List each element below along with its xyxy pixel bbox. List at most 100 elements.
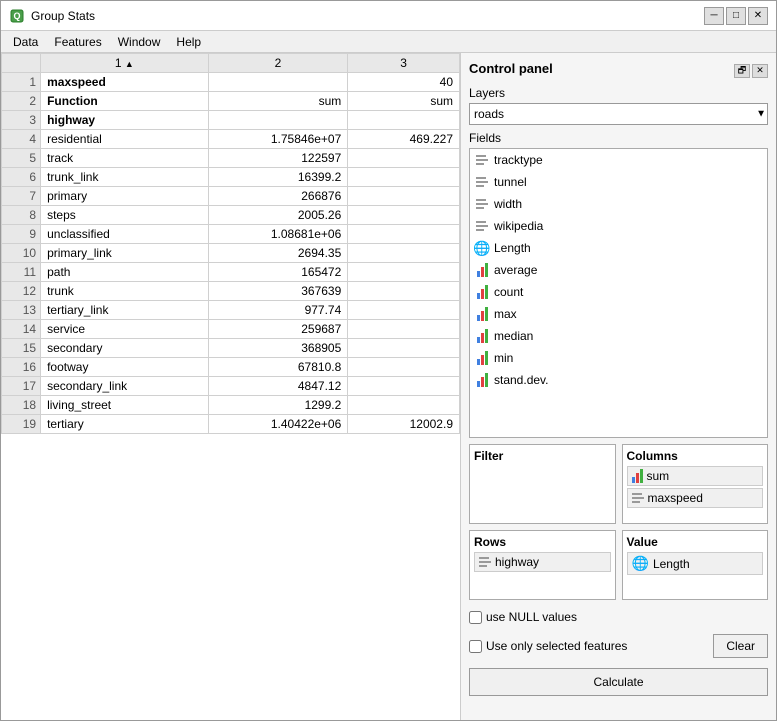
row-num: 3 — [2, 111, 41, 130]
fields-list: tracktype tunnel width wikipedia🌐Lengthaver… — [469, 148, 768, 438]
field-item[interactable]: tracktype — [470, 149, 767, 171]
table-row: 3highway — [2, 111, 460, 130]
title-bar-controls: ─ □ ✕ — [704, 7, 768, 25]
app-icon: Q — [9, 8, 25, 24]
text-field-icon — [474, 196, 490, 212]
row-col2: 2005.26 — [208, 206, 348, 225]
row-drag-item[interactable]: highway — [474, 552, 611, 572]
calculate-button[interactable]: Calculate — [469, 668, 768, 696]
field-item[interactable]: 🌐Length — [470, 237, 767, 259]
row-col2: 4847.12 — [208, 377, 348, 396]
bar-chart-icon — [474, 284, 490, 300]
row-2-col2: sum — [208, 92, 348, 111]
layers-dropdown[interactable]: roads — [469, 103, 768, 125]
row-num: 6 — [2, 168, 41, 187]
row-col1: steps — [41, 206, 209, 225]
column-drag-item[interactable]: sum — [627, 466, 764, 486]
row-col2: 977.74 — [208, 301, 348, 320]
window-title: Group Stats — [31, 9, 95, 23]
field-name: width — [494, 197, 522, 211]
col2-header[interactable]: 2 — [208, 54, 348, 73]
row-num: 16 — [2, 358, 41, 377]
main-area: 1 2 3 1 maxspeed 40 — [1, 53, 776, 720]
row-col2: 1299.2 — [208, 396, 348, 415]
row-col2: 2694.35 — [208, 244, 348, 263]
minimize-button[interactable]: ─ — [704, 7, 724, 25]
value-drag-item[interactable]: 🌐Length — [627, 552, 764, 575]
field-item[interactable]: width — [470, 193, 767, 215]
row-1-col2 — [208, 73, 348, 92]
table-row: 9unclassified1.08681e+06 — [2, 225, 460, 244]
row-col3 — [348, 187, 460, 206]
panel-close-button[interactable]: ✕ — [752, 64, 768, 78]
row-col1: path — [41, 263, 209, 282]
fields-section: Fields tracktypetunnelwidthwikipedia🌐Len… — [469, 131, 768, 438]
value-label: Value — [627, 535, 764, 549]
rows-label: Rows — [474, 535, 611, 549]
menu-features[interactable]: Features — [46, 33, 109, 51]
use-null-checkbox[interactable] — [469, 611, 482, 624]
field-item[interactable]: median — [470, 325, 767, 347]
field-item[interactable]: max — [470, 303, 767, 325]
row-col1: tertiary_link — [41, 301, 209, 320]
field-item[interactable]: average — [470, 259, 767, 281]
row-col1: unclassified — [41, 225, 209, 244]
clear-button[interactable]: Clear — [713, 634, 768, 658]
row-col1: primary — [41, 187, 209, 206]
row-col3 — [348, 206, 460, 225]
row-col1: tertiary — [41, 415, 209, 434]
row-col2: 67810.8 — [208, 358, 348, 377]
svg-text:Q: Q — [13, 11, 20, 21]
row-col3: 469.227 — [348, 130, 460, 149]
table-row: 18living_street1299.2 — [2, 396, 460, 415]
row-col3 — [348, 396, 460, 415]
use-null-label: use NULL values — [486, 610, 577, 624]
row-col1: track — [41, 149, 209, 168]
row-num: 13 — [2, 301, 41, 320]
table-row: 19tertiary1.40422e+0612002.9 — [2, 415, 460, 434]
bottom-row: use NULL values — [469, 610, 768, 624]
use-selected-checkbox[interactable] — [469, 640, 482, 653]
menu-bar: Data Features Window Help — [1, 31, 776, 53]
row-col3 — [348, 225, 460, 244]
row-num: 14 — [2, 320, 41, 339]
selected-clear-row: Use only selected features Clear — [469, 634, 768, 658]
text-field-icon — [474, 152, 490, 168]
maximize-button[interactable]: □ — [726, 7, 746, 25]
field-item[interactable]: stand.dev. — [470, 369, 767, 391]
layers-dropdown-wrapper: roads ▼ — [469, 103, 768, 125]
panel-restore-button[interactable]: 🗗 — [734, 64, 750, 78]
menu-window[interactable]: Window — [110, 33, 169, 51]
layers-section: Layers roads ▼ — [469, 86, 768, 125]
field-name: tracktype — [494, 153, 543, 167]
column-drag-item[interactable]: maxspeed — [627, 488, 764, 508]
title-bar: Q Group Stats ─ □ ✕ — [1, 1, 776, 31]
text-field-icon — [632, 493, 644, 503]
value-items: 🌐Length — [627, 552, 764, 575]
table-row: 5track122597 — [2, 149, 460, 168]
row-num: 8 — [2, 206, 41, 225]
use-selected-label: Use only selected features — [486, 639, 627, 653]
table-row: 11path165472 — [2, 263, 460, 282]
field-item[interactable]: wikipedia — [470, 215, 767, 237]
field-item[interactable]: tunnel — [470, 171, 767, 193]
close-button[interactable]: ✕ — [748, 7, 768, 25]
globe-icon: 🌐 — [474, 240, 490, 256]
panel-title: Control panel — [469, 61, 553, 76]
menu-data[interactable]: Data — [5, 33, 46, 51]
table-row: 10primary_link2694.35 — [2, 244, 460, 263]
row-col3 — [348, 168, 460, 187]
row-2-col1: Function — [41, 92, 209, 111]
field-item[interactable]: count — [470, 281, 767, 303]
field-name: median — [494, 329, 533, 343]
layers-label: Layers — [469, 86, 768, 100]
menu-help[interactable]: Help — [168, 33, 209, 51]
col3-header[interactable]: 3 — [348, 54, 460, 73]
field-item[interactable]: min — [470, 347, 767, 369]
use-selected-row: Use only selected features — [469, 639, 627, 653]
table-row: 17secondary_link4847.12 — [2, 377, 460, 396]
row-num: 17 — [2, 377, 41, 396]
col1-header[interactable]: 1 — [41, 54, 209, 73]
title-bar-left: Q Group Stats — [9, 8, 95, 24]
table-row: 4residential1.75846e+07469.227 — [2, 130, 460, 149]
